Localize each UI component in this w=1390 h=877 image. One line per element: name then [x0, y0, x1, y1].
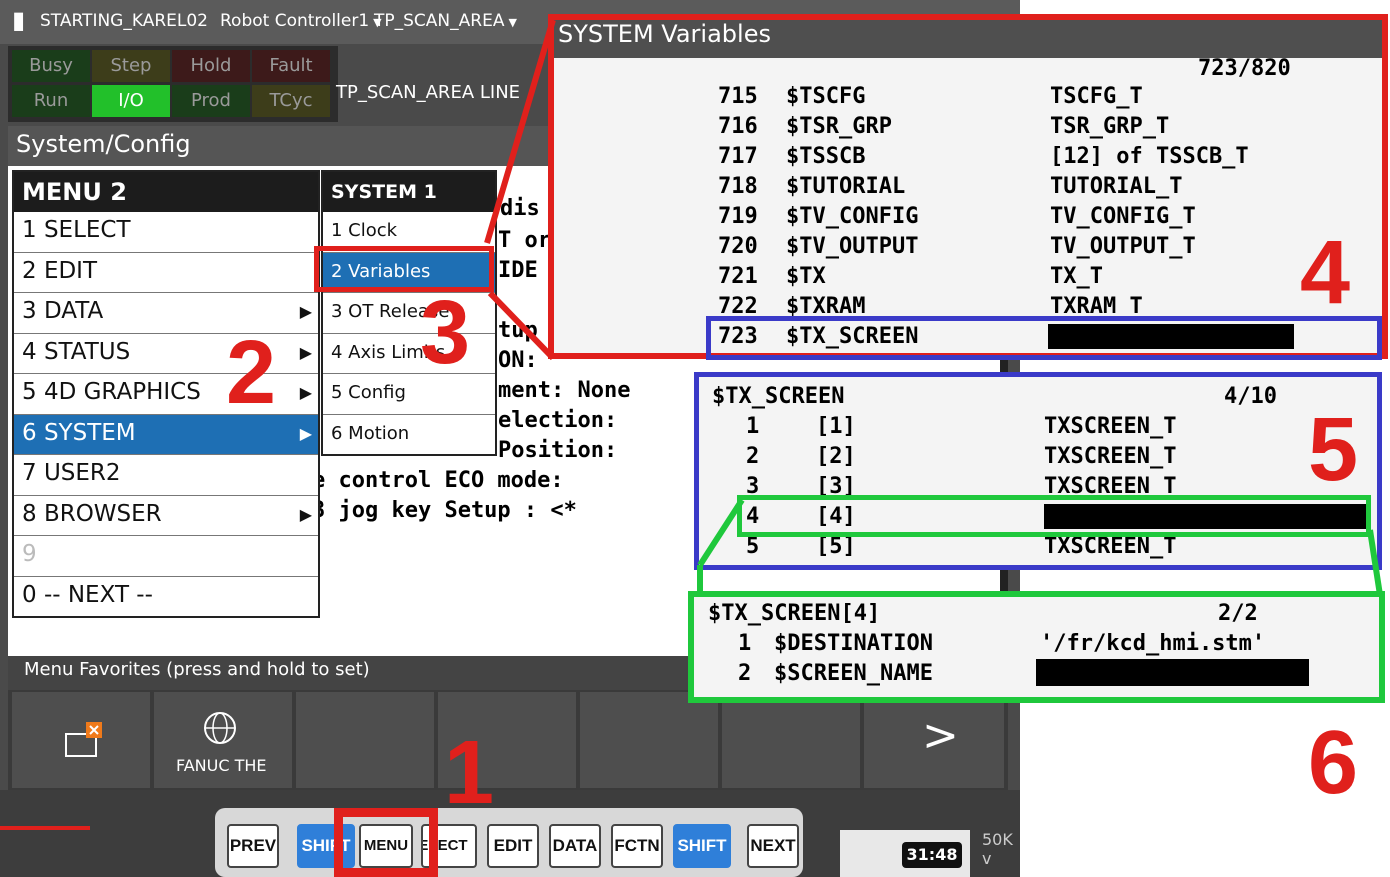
highlight-box-green-row [737, 495, 1371, 537]
step-number-1: 1 [444, 723, 495, 823]
step-number-5: 5 [1308, 400, 1359, 500]
step-number-3: 3 [420, 283, 471, 383]
highlight-box-blue-row [706, 316, 1382, 360]
step-number-2: 2 [226, 323, 277, 423]
annotation-connectors [484, 19, 1383, 596]
step-number-6: 6 [1308, 713, 1359, 813]
step-number-4: 4 [1300, 223, 1351, 323]
highlight-box-menu-key [334, 808, 438, 877]
